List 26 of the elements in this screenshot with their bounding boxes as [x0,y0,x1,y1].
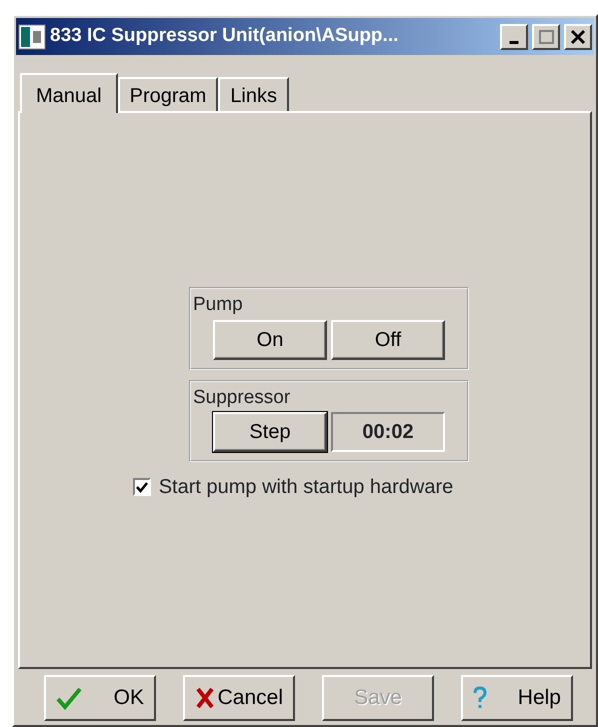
close-button[interactable] [564,24,592,50]
maximize-icon [537,28,555,44]
cancel-button[interactable]: Cancel [183,675,295,721]
step-button[interactable]: Step [213,412,327,452]
pump-button[interactable]: On [213,320,327,360]
help-button[interactable]: Help [461,675,573,721]
check-icon [136,482,148,492]
window-title: 833 IC Suppressor Unit(anion\ASupp... [50,24,400,48]
question-mark-icon [473,686,487,710]
maximize-button[interactable] [532,24,560,50]
tab[interactable]: Links [218,77,290,111]
group-label: Pump [193,293,243,317]
pump-button[interactable]: Off [331,320,445,360]
tab[interactable]: Program [118,77,218,111]
checkbox-label: Start pump with startup hardware [158,475,454,500]
check-icon [56,686,82,710]
timer-display: 00:02 [331,412,445,452]
minimize-icon [509,41,519,44]
group-label: Suppressor [193,386,290,410]
app-icon [18,22,46,50]
close-icon [569,28,587,44]
cross-icon [195,687,215,709]
minimize-button[interactable] [500,24,528,50]
tab[interactable]: Manual [20,73,118,113]
ok-button[interactable]: OK [44,675,156,721]
checkbox[interactable] [132,478,151,496]
